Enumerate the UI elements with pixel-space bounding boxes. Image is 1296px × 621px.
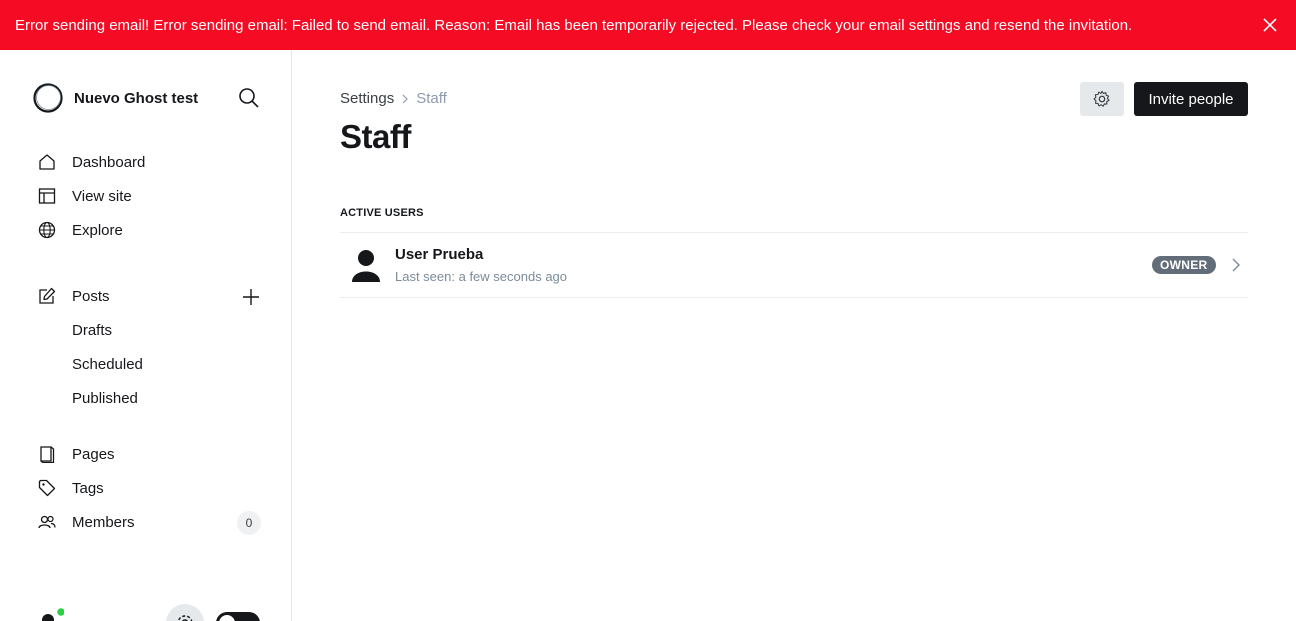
members-icon	[38, 515, 56, 529]
chevron-right-icon	[402, 94, 409, 103]
layout-icon	[38, 188, 56, 204]
settings-button[interactable]	[166, 604, 204, 621]
page-title: Staff	[340, 118, 411, 155]
sidebar-item-scheduled[interactable]: Scheduled	[72, 352, 143, 376]
sidebar-item-label: Scheduled	[72, 355, 143, 373]
sidebar-item-published[interactable]: Published	[72, 386, 138, 410]
sidebar-item-members[interactable]: Members	[38, 510, 135, 534]
user-row[interactable]: User Prueba Last seen: a few seconds ago…	[340, 232, 1248, 298]
sidebar-item-label: Members	[72, 513, 135, 531]
globe-icon	[38, 221, 56, 239]
members-count-badge: 0	[237, 511, 261, 535]
user-avatar-icon	[352, 250, 380, 282]
sidebar-item-label: Tags	[72, 479, 104, 497]
add-post-icon[interactable]	[241, 287, 261, 307]
role-badge: OWNER	[1152, 256, 1216, 274]
sidebar-item-label: Drafts	[72, 321, 113, 339]
sidebar-item-label: Published	[72, 389, 138, 407]
staff-settings-button[interactable]	[1080, 82, 1124, 116]
sidebar: Nuevo Ghost test Dashboard View site Exp…	[0, 50, 292, 621]
user-avatar-icon[interactable]	[34, 608, 64, 621]
dark-mode-toggle[interactable]	[216, 612, 260, 621]
breadcrumb: Settings Staff	[340, 90, 447, 107]
breadcrumb-settings-link[interactable]: Settings	[340, 90, 394, 107]
sidebar-item-drafts[interactable]: Drafts	[72, 318, 112, 342]
gear-icon	[177, 615, 193, 621]
sidebar-item-label: Dashboard	[72, 153, 146, 171]
user-name: User Prueba	[395, 246, 484, 263]
sidebar-item-explore[interactable]: Explore	[38, 218, 123, 242]
sidebar-item-label: Explore	[72, 221, 123, 239]
home-icon	[39, 154, 55, 170]
close-icon[interactable]	[1262, 17, 1278, 33]
sidebar-item-pages[interactable]: Pages	[38, 442, 115, 466]
sidebar-item-view-site[interactable]: View site	[38, 184, 132, 208]
gear-icon	[1093, 90, 1110, 107]
main-content: Settings Staff Staff Invite people ACTIV…	[292, 50, 1296, 621]
user-last-seen: Last seen: a few seconds ago	[395, 269, 568, 284]
sidebar-item-dashboard[interactable]: Dashboard	[38, 150, 145, 174]
site-title: Nuevo Ghost test	[74, 89, 199, 107]
breadcrumb-current: Staff	[416, 90, 447, 107]
page-icon	[40, 446, 55, 463]
invite-people-button[interactable]: Invite people	[1134, 82, 1248, 116]
tag-icon	[38, 479, 56, 497]
alert-message: Error sending email! Error sending email…	[15, 16, 1133, 34]
error-alert-banner: Error sending email! Error sending email…	[0, 0, 1296, 50]
sidebar-item-posts[interactable]: Posts	[38, 284, 110, 308]
section-label: ACTIVE USERS	[340, 207, 424, 219]
chevron-right-icon	[1232, 258, 1240, 272]
search-icon[interactable]	[238, 87, 260, 109]
sidebar-item-label: View site	[72, 187, 132, 205]
sidebar-item-tags[interactable]: Tags	[38, 476, 104, 500]
sidebar-item-label: Posts	[72, 287, 110, 305]
edit-icon	[39, 287, 56, 304]
site-logo-icon	[33, 83, 63, 113]
sidebar-item-label: Pages	[72, 445, 115, 463]
site-header[interactable]: Nuevo Ghost test	[32, 82, 198, 114]
